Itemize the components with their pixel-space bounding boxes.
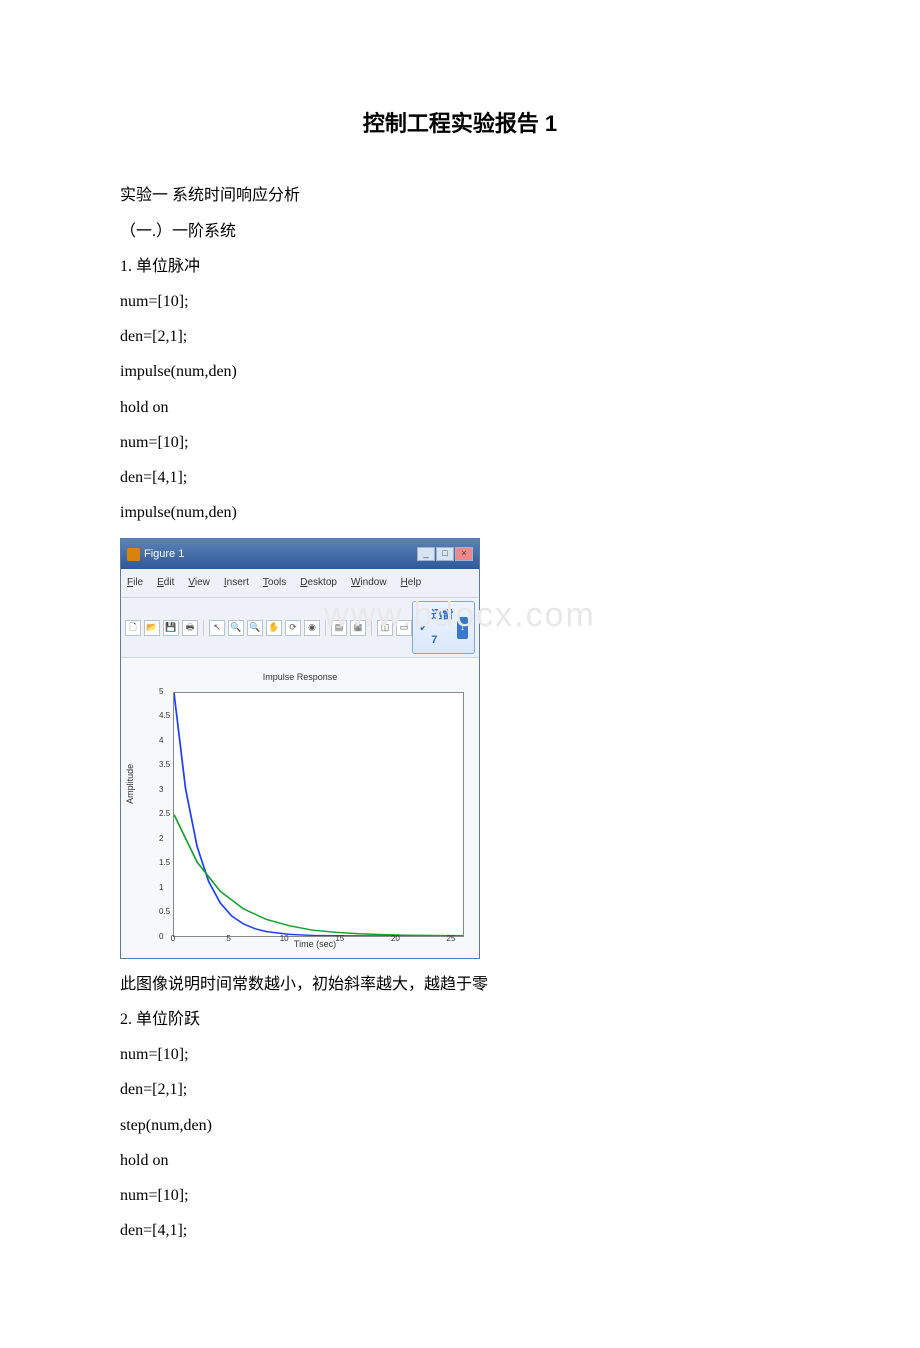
matlab-icon [127, 548, 140, 561]
x-tick: 5 [226, 930, 230, 948]
window-title: Figure 1 [144, 542, 184, 566]
y-tick: 5 [159, 683, 163, 701]
matlab-figure-window: www.bdocx.com Figure 1 _ □ × File Edit V… [120, 538, 800, 959]
y-tick: 4.5 [159, 707, 170, 725]
annotate-icon[interactable]: ▭ [396, 620, 412, 636]
separator-icon [203, 620, 204, 636]
datacursor-icon[interactable]: ◉ [304, 620, 320, 636]
menu-help[interactable]: Help [395, 571, 428, 595]
xunlei-arrow-icon: ✓ [419, 616, 428, 640]
xunlei-label: 迅雷7 [431, 603, 454, 651]
colorbar-icon[interactable]: ▦ [350, 620, 366, 636]
print-icon[interactable]: 🖶 [182, 620, 198, 636]
menu-desktop[interactable]: Desktop [294, 571, 343, 595]
pointer-icon[interactable]: ↖ [209, 620, 225, 636]
y-tick: 2 [159, 830, 163, 848]
pan-icon[interactable]: ✋ [266, 620, 282, 636]
code-line: hold on [120, 390, 800, 425]
x-tick: 15 [335, 930, 344, 948]
y-tick: 1 [159, 879, 163, 897]
series-T=4 [174, 814, 463, 935]
menu-insert[interactable]: Insert [218, 571, 255, 595]
maximize-button[interactable]: □ [436, 547, 454, 561]
x-tick: 25 [447, 930, 456, 948]
x-tick: 0 [171, 930, 175, 948]
y-tick: 2.5 [159, 805, 170, 823]
xunlei-badge[interactable]: ✓ 迅雷7 ↓ [412, 601, 475, 653]
menu-view[interactable]: View [182, 571, 216, 595]
rotate-icon[interactable]: ⟳ [285, 620, 301, 636]
code-line: den=[2,1]; [120, 319, 800, 354]
save-icon[interactable]: 💾 [163, 620, 179, 636]
code-line: num=[10]; [120, 1178, 800, 1213]
plot-area: Impulse Response Amplitude 00.511.522.53… [121, 658, 479, 958]
plot-title: Impulse Response [131, 668, 469, 688]
minimize-button[interactable]: _ [417, 547, 435, 561]
code-line: impulse(num,den) [120, 354, 800, 389]
y-tick: 0 [159, 928, 163, 946]
y-tick: 3.5 [159, 756, 170, 774]
separator-icon [325, 620, 326, 636]
heading-experiment: 实验一 系统时间响应分析 [120, 178, 800, 213]
series-T=2 [174, 693, 463, 936]
open-icon[interactable]: 📂 [144, 620, 160, 636]
toolbar: 🗋 📂 💾 🖶 ↖ 🔍 🔍 ✋ ⟳ ◉ ▤ ▦ ◫ ▭ ✓ 迅雷7 [121, 597, 479, 657]
section-first-order: （一.）一阶系统 [120, 214, 800, 249]
menu-window[interactable]: Window [345, 571, 393, 595]
y-tick: 1.5 [159, 854, 170, 872]
dock-icon[interactable]: ◫ [377, 620, 393, 636]
legend-icon[interactable]: ▤ [331, 620, 347, 636]
code-line: impulse(num,den) [120, 495, 800, 530]
code-line: num=[10]; [120, 1037, 800, 1072]
code-line: num=[10]; [120, 425, 800, 460]
menu-file[interactable]: File [121, 571, 149, 595]
y-axis-label: Amplitude [121, 764, 141, 804]
code-line: den=[2,1]; [120, 1072, 800, 1107]
y-tick: 4 [159, 732, 163, 750]
y-tick: 3 [159, 781, 163, 799]
document-title: 控制工程实验报告 1 [120, 100, 800, 148]
new-icon[interactable]: 🗋 [125, 620, 141, 636]
window-titlebar: Figure 1 _ □ × [121, 539, 479, 569]
x-axis-label: Time (sec) [294, 935, 336, 955]
chart-axes [173, 692, 464, 937]
separator-icon [371, 620, 372, 636]
menu-tools[interactable]: Tools [257, 571, 292, 595]
zoom-in-icon[interactable]: 🔍 [228, 620, 244, 636]
subsection-impulse: 1. 单位脉冲 [120, 249, 800, 284]
subsection-step: 2. 单位阶跃 [120, 1002, 800, 1037]
y-tick: 0.5 [159, 903, 170, 921]
close-button[interactable]: × [455, 547, 473, 561]
code-line: den=[4,1]; [120, 460, 800, 495]
zoom-out-icon[interactable]: 🔍 [247, 620, 263, 636]
chart-lines [174, 693, 463, 936]
download-icon: ↓ [457, 617, 468, 639]
x-tick: 20 [391, 930, 400, 948]
menubar: File Edit View Insert Tools Desktop Wind… [121, 569, 479, 597]
menu-edit[interactable]: Edit [151, 571, 180, 595]
code-line: step(num,den) [120, 1108, 800, 1143]
x-tick: 10 [280, 930, 289, 948]
code-line: num=[10]; [120, 284, 800, 319]
code-line: hold on [120, 1143, 800, 1178]
code-line: den=[4,1]; [120, 1213, 800, 1248]
figure-caption: 此图像说明时间常数越小，初始斜率越大，越趋于零 [120, 967, 800, 1002]
